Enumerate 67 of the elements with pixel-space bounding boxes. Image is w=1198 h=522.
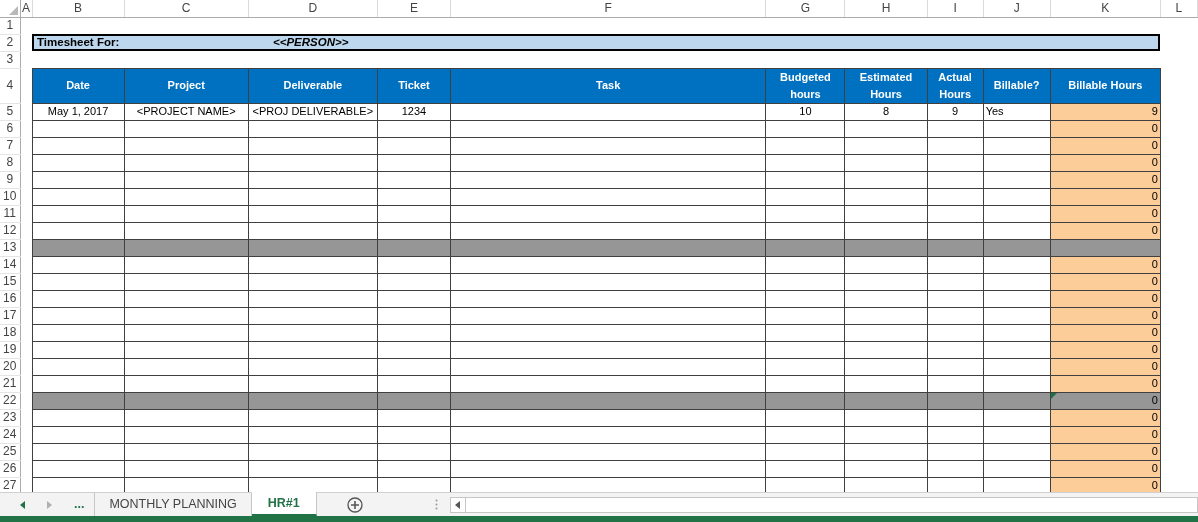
row-header[interactable]: 11 [0, 205, 20, 222]
row-header[interactable]: 12 [0, 222, 20, 239]
row-header[interactable]: 24 [0, 426, 20, 443]
table-cell: 8 [845, 103, 928, 120]
table-cell: May 1, 2017 [32, 103, 125, 120]
column-header[interactable]: A [20, 0, 32, 17]
row-header[interactable]: 21 [0, 375, 20, 392]
row-header[interactable]: 23 [0, 409, 20, 426]
column-header[interactable]: D [248, 0, 378, 17]
column-header[interactable]: K [1050, 0, 1161, 17]
horizontal-scrollbar[interactable] [449, 496, 1198, 513]
column-heading: Budgeted hours [765, 68, 845, 103]
column-header[interactable]: L [1160, 0, 1198, 17]
column-heading: Date [32, 68, 125, 103]
splitter-handle-icon[interactable] [434, 499, 438, 510]
row-header[interactable]: 9 [0, 171, 20, 188]
row-header[interactable]: 3 [0, 51, 20, 68]
row-header[interactable]: 17 [0, 307, 20, 324]
row-header[interactable]: 5 [0, 103, 20, 120]
row-header[interactable]: 4 [0, 68, 20, 103]
row-header[interactable]: 18 [0, 324, 20, 341]
scroll-right-icon[interactable] [47, 500, 52, 509]
row-header[interactable]: 25 [0, 443, 20, 460]
column-header[interactable]: E [377, 0, 451, 17]
select-all-icon[interactable] [8, 5, 18, 15]
table-cell: 10 [765, 103, 845, 120]
column-heading: Actual Hours [927, 68, 984, 103]
row-header[interactable]: 13 [0, 239, 20, 256]
column-header[interactable]: H [845, 0, 928, 17]
row-header[interactable]: 20 [0, 358, 20, 375]
person-placeholder: <<PERSON>> [273, 35, 349, 50]
column-heading: Estimated Hours [845, 68, 928, 103]
sheet-tab[interactable]: HR#1 [251, 492, 317, 516]
row-header[interactable]: 16 [0, 290, 20, 307]
column-header[interactable]: I [927, 0, 984, 17]
column-header[interactable]: J [983, 0, 1051, 17]
scroll-left-icon[interactable] [20, 500, 25, 509]
table-cell: <PROJ DELIVERABLE> [248, 103, 378, 120]
column-heading: Deliverable [248, 68, 378, 103]
row-header[interactable]: 7 [0, 137, 20, 154]
row-header[interactable]: 8 [0, 154, 20, 171]
row-header[interactable]: 1 [0, 17, 20, 34]
error-indicator-icon[interactable] [1050, 392, 1057, 399]
column-heading: Billable? [983, 68, 1051, 103]
row-header[interactable]: 15 [0, 273, 20, 290]
row-header[interactable]: 14 [0, 256, 20, 273]
column-heading: Billable Hours [1050, 68, 1161, 103]
row-header[interactable]: 6 [0, 120, 20, 137]
column-header[interactable]: G [765, 0, 845, 17]
column-heading: Project [124, 68, 249, 103]
table-cell: 1234 [377, 103, 451, 120]
table-cell: 9 [927, 103, 984, 120]
row-header[interactable]: 2 [0, 34, 20, 51]
row-header[interactable]: 22 [0, 392, 20, 409]
column-header[interactable]: B [32, 0, 125, 17]
title-field[interactable]: Timesheet For: <<PERSON>> [32, 34, 1161, 51]
table-cell: Yes [983, 103, 1051, 120]
title-label: Timesheet For: [37, 35, 121, 50]
column-header[interactable]: C [124, 0, 249, 17]
column-header[interactable]: F [450, 0, 766, 17]
row-header[interactable]: 10 [0, 188, 20, 205]
column-heading: Task [450, 68, 766, 103]
column-heading: Ticket [377, 68, 451, 103]
table-cell: <PROJECT NAME> [124, 103, 249, 120]
row-header[interactable]: 26 [0, 460, 20, 477]
add-sheet-icon[interactable] [346, 496, 363, 513]
row-header[interactable]: 19 [0, 341, 20, 358]
